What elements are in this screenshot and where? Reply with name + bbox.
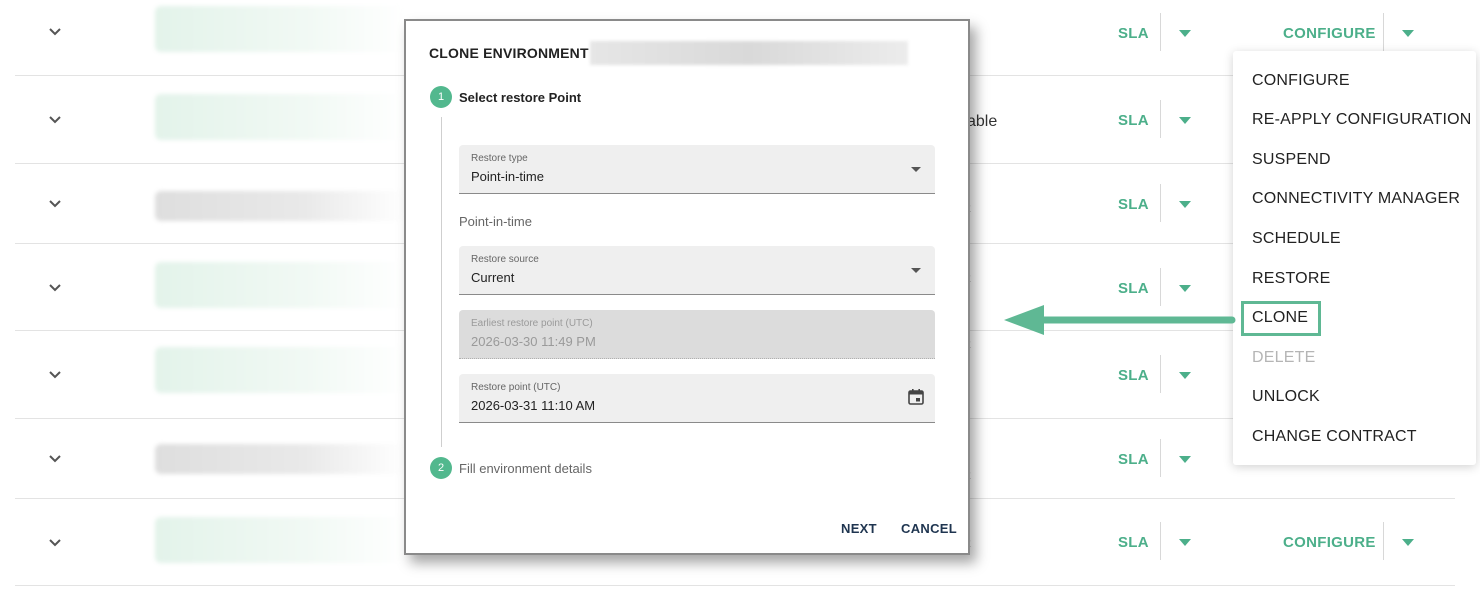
earliest-restore-point-field: Earliest restore point (UTC) 2026-03-30 … <box>459 310 935 359</box>
environment-name-redacted <box>155 262 405 308</box>
environment-actions-menu: CONFIGURE RE-APPLY CONFIGURATION SUSPEND… <box>1233 51 1476 465</box>
dropdown-arrow-icon[interactable] <box>911 167 921 172</box>
separator <box>1160 522 1161 560</box>
field-value: 2026-03-31 11:10 AM <box>471 398 596 413</box>
next-button[interactable]: NEXT <box>841 521 877 536</box>
menu-item-change-contract[interactable]: CHANGE CONTRACT <box>1252 428 1417 446</box>
step-2-indicator: 2 <box>430 457 452 479</box>
chevron-down-icon[interactable] <box>47 367 63 383</box>
caret-down-icon[interactable] <box>1402 30 1414 37</box>
status-text-partial: able <box>967 113 998 130</box>
stepper-connector <box>441 117 442 447</box>
sla-button[interactable]: SLA <box>1118 534 1149 551</box>
caret-down-icon[interactable] <box>1402 539 1414 546</box>
field-label: Earliest restore point (UTC) <box>471 318 593 329</box>
caret-down-icon[interactable] <box>1179 201 1191 208</box>
separator <box>1383 13 1384 51</box>
step-1-label[interactable]: Select restore Point <box>459 90 581 105</box>
field-label: Restore point (UTC) <box>471 382 561 393</box>
chevron-down-icon[interactable] <box>47 24 63 40</box>
field-label: Restore type <box>471 153 528 164</box>
menu-item-restore[interactable]: RESTORE <box>1252 270 1330 288</box>
dropdown-arrow-icon[interactable] <box>911 268 921 273</box>
calendar-icon[interactable] <box>907 388 925 406</box>
chevron-down-icon[interactable] <box>47 280 63 296</box>
chevron-down-icon[interactable] <box>47 451 63 467</box>
separator <box>1160 13 1161 51</box>
caret-down-icon[interactable] <box>1179 456 1191 463</box>
sla-button[interactable]: SLA <box>1118 25 1149 42</box>
environment-name-redacted <box>155 347 405 393</box>
separator <box>1160 184 1161 222</box>
menu-item-configure[interactable]: CONFIGURE <box>1252 72 1350 90</box>
menu-item-reapply-configuration[interactable]: RE-APPLY CONFIGURATION <box>1252 111 1472 129</box>
clone-environment-dialog: CLONE ENVIRONMENT 1 Select restore Point… <box>404 19 970 555</box>
restore-point-datetime-input[interactable]: Restore point (UTC) 2026-03-31 11:10 AM <box>459 374 935 423</box>
caret-down-icon[interactable] <box>1179 117 1191 124</box>
environment-name-redacted <box>155 191 405 221</box>
clone-highlight-box <box>1241 301 1321 336</box>
caret-down-icon[interactable] <box>1179 285 1191 292</box>
environment-name-redacted <box>155 517 405 563</box>
sla-button[interactable]: SLA <box>1118 367 1149 384</box>
step-2-label[interactable]: Fill environment details <box>459 461 592 476</box>
sla-button[interactable]: SLA <box>1118 196 1149 213</box>
environment-name-redacted <box>590 41 908 65</box>
separator <box>1160 100 1161 138</box>
field-value: Current <box>471 270 515 285</box>
environment-name-redacted <box>155 444 405 474</box>
chevron-down-icon[interactable] <box>47 112 63 128</box>
menu-item-suspend[interactable]: SUSPEND <box>1252 151 1331 169</box>
separator <box>1160 355 1161 393</box>
menu-item-schedule[interactable]: SCHEDULE <box>1252 230 1341 248</box>
menu-item-unlock[interactable]: UNLOCK <box>1252 388 1320 406</box>
chevron-down-icon[interactable] <box>47 535 63 551</box>
separator <box>1160 439 1161 477</box>
configure-button[interactable]: CONFIGURE <box>1283 534 1376 551</box>
environment-name-redacted <box>155 94 405 140</box>
field-value: Point-in-time <box>471 169 544 184</box>
restore-type-select[interactable]: Restore type Point-in-time <box>459 145 935 194</box>
caret-down-icon[interactable] <box>1179 372 1191 379</box>
step-1-indicator: 1 <box>430 86 452 108</box>
configure-button[interactable]: CONFIGURE <box>1283 25 1376 42</box>
sla-button[interactable]: SLA <box>1118 280 1149 297</box>
sla-button[interactable]: SLA <box>1118 451 1149 468</box>
field-value: 2026-03-30 11:49 PM <box>471 334 596 349</box>
sla-button[interactable]: SLA <box>1118 112 1149 129</box>
section-heading: Point-in-time <box>459 214 532 229</box>
caret-down-icon[interactable] <box>1179 30 1191 37</box>
arrow-left-icon <box>1004 305 1236 335</box>
caret-down-icon[interactable] <box>1179 539 1191 546</box>
menu-item-connectivity-manager[interactable]: CONNECTIVITY MANAGER <box>1252 190 1460 208</box>
separator <box>1383 522 1384 560</box>
separator <box>1160 268 1161 306</box>
field-label: Restore source <box>471 254 539 265</box>
menu-item-delete: DELETE <box>1252 349 1316 366</box>
dialog-title: CLONE ENVIRONMENT <box>429 45 589 61</box>
restore-source-select[interactable]: Restore source Current <box>459 246 935 295</box>
cancel-button[interactable]: CANCEL <box>901 521 957 536</box>
environment-name-redacted <box>155 6 405 52</box>
chevron-down-icon[interactable] <box>47 196 63 212</box>
